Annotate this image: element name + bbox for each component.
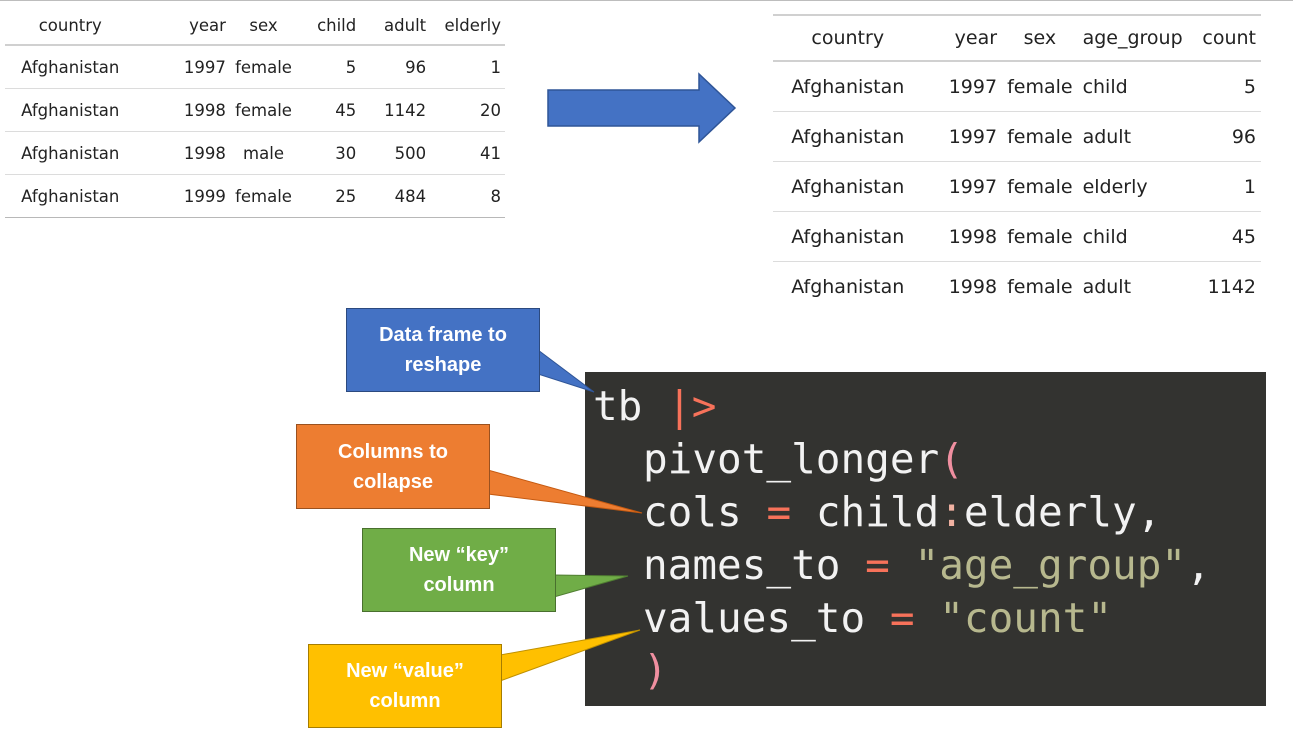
key-callout: New “key” column <box>362 528 556 612</box>
callout-line: reshape <box>404 354 482 376</box>
data-frame-callout-pointer <box>537 349 595 393</box>
key-callout-pointer <box>553 574 629 598</box>
value-callout: New “value” column <box>308 644 502 728</box>
data-frame-callout: Data frame to reshape <box>346 308 540 392</box>
value-callout-pointer <box>499 629 641 682</box>
columns-callout: Columns to collapse <box>296 424 490 509</box>
callout-line: collapse <box>352 470 434 493</box>
callout-line: New “key” <box>408 544 510 566</box>
callout-line: New “value” <box>346 660 464 682</box>
callout-line: Data frame to <box>379 324 507 346</box>
callout-pointers <box>487 349 643 682</box>
columns-callout-pointer <box>487 469 643 514</box>
callout-line: column <box>423 574 495 596</box>
callout-line: column <box>369 690 441 712</box>
callout-line: Columns to <box>338 440 448 463</box>
